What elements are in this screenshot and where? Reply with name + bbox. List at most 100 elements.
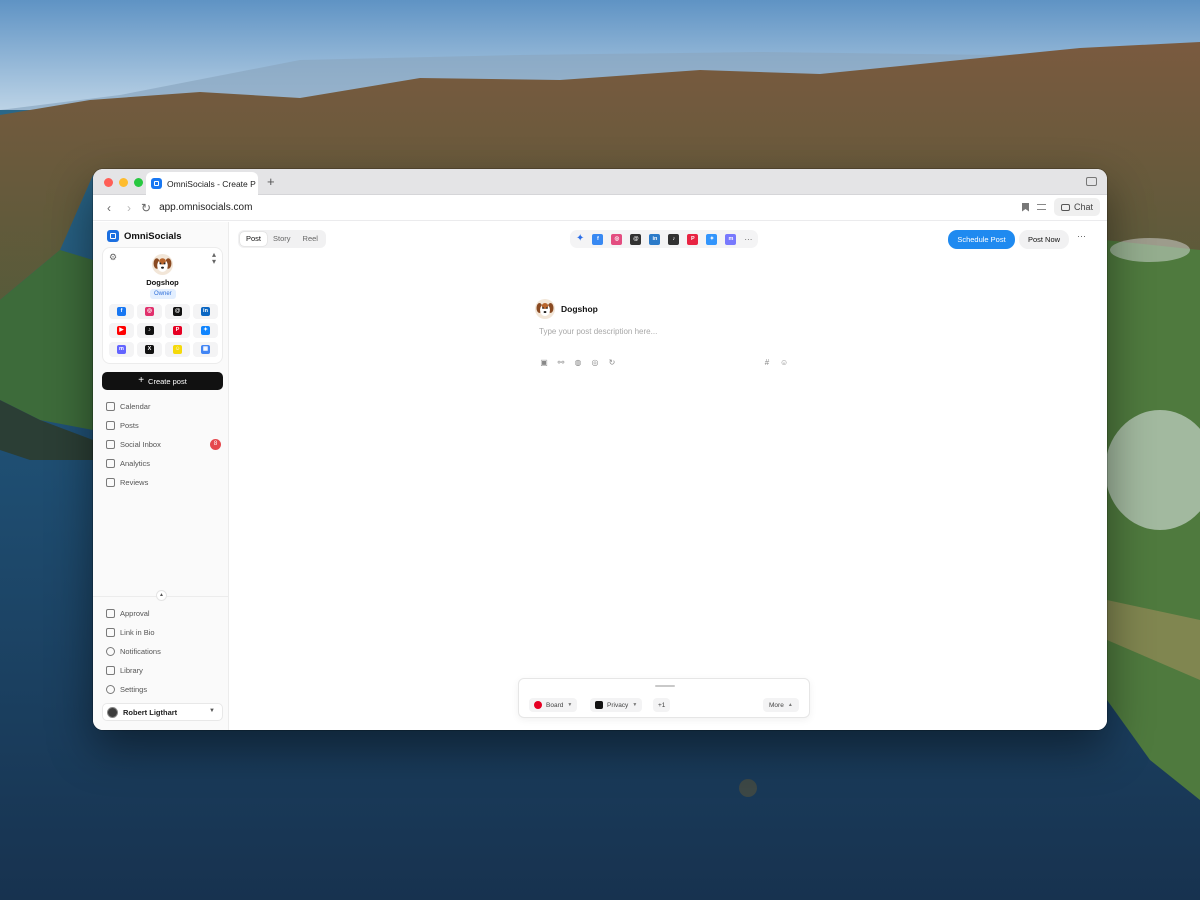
menu-lines-icon[interactable] xyxy=(1036,204,1046,210)
role-badge: Owner xyxy=(150,289,176,299)
sidebar-item-reviews[interactable]: Reviews xyxy=(106,473,224,492)
channel-tile[interactable]: ▦ xyxy=(193,342,218,357)
channel-tile[interactable]: m xyxy=(109,342,134,357)
chat-button[interactable]: Chat xyxy=(1053,198,1100,216)
emoji-icon[interactable]: ☺ xyxy=(780,359,788,367)
post-description-input[interactable] xyxy=(539,327,799,336)
threads-icon[interactable]: @ xyxy=(630,233,642,245)
image-upload-icon[interactable]: ▣ xyxy=(540,359,548,367)
bell-icon xyxy=(106,647,115,656)
chart-icon xyxy=(106,459,115,468)
dog-avatar xyxy=(152,254,173,275)
sidebar-item-approval[interactable]: Approval xyxy=(106,604,224,623)
channel-tile[interactable]: ✦ xyxy=(193,323,218,338)
tiktok-privacy-select[interactable]: Privacy ▼ xyxy=(590,698,643,712)
canva-icon[interactable]: ◍ xyxy=(574,359,582,367)
sidebar-item-calendar[interactable]: Calendar xyxy=(106,397,224,416)
forward-button[interactable]: › xyxy=(119,201,139,215)
more-options-button[interactable]: More ▲ xyxy=(763,698,799,712)
channel-tile[interactable]: ▶ xyxy=(109,323,134,338)
sidebar-item-link-in-bio[interactable]: Link in Bio xyxy=(106,623,224,642)
close-window-button[interactable] xyxy=(104,178,113,187)
chevron-down-icon: ▼ xyxy=(567,702,573,708)
more-actions-button[interactable]: ··· xyxy=(1077,231,1086,241)
pinterest-icon[interactable]: P xyxy=(687,233,699,245)
check-square-icon xyxy=(106,609,115,618)
user-name: Robert Ligthart xyxy=(123,707,178,717)
browser-tab-bar: OmniSocials - Create P + xyxy=(93,169,1107,195)
tab-story[interactable]: Story xyxy=(267,232,297,246)
channel-tile[interactable]: ♪ xyxy=(137,323,162,338)
pinterest-board-select[interactable]: Board ▼ xyxy=(529,698,578,712)
channel-tile[interactable]: f xyxy=(109,304,134,319)
browser-window: OmniSocials - Create P + ‹ › ↻ app.omnis… xyxy=(93,169,1107,730)
post-editor: Post Story Reel ✦ f ◎ @ in ♪ P ✦ m ··· Schedule … xyxy=(229,222,1107,730)
chat-bubble-icon xyxy=(1060,203,1070,211)
gear-icon[interactable]: ⚙ xyxy=(109,252,117,263)
user-menu[interactable]: Robert Ligthart ▼ xyxy=(102,703,223,721)
back-button[interactable]: ‹ xyxy=(99,201,119,215)
sidebar-item-notifications[interactable]: Notifications xyxy=(106,642,224,661)
calendar-icon xyxy=(106,402,115,411)
post-type-tabs: Post Story Reel xyxy=(238,230,326,248)
minimize-window-button[interactable] xyxy=(119,178,128,187)
maximize-window-button[interactable] xyxy=(134,178,143,187)
more-channels-button[interactable]: ··· xyxy=(744,235,752,244)
browser-tab-active[interactable]: OmniSocials - Create P xyxy=(146,172,258,195)
sidebar-item-library[interactable]: Library xyxy=(106,661,224,680)
extra-options-count[interactable]: +1 xyxy=(653,698,671,712)
channel-tile[interactable]: P xyxy=(165,323,190,338)
switch-profile-icon[interactable]: ▴ ▾ xyxy=(212,251,216,266)
drag-handle[interactable] xyxy=(655,685,675,687)
tiktok-icon xyxy=(595,701,603,709)
bluesky-icon: ✦ xyxy=(201,326,210,335)
dog-avatar xyxy=(535,299,555,319)
post-now-button[interactable]: Post Now xyxy=(1019,230,1069,249)
sidebar-item-posts[interactable]: Posts xyxy=(106,416,224,435)
sidebar-item-analytics[interactable]: Analytics xyxy=(106,454,224,473)
mastodon-icon[interactable]: m xyxy=(725,233,737,245)
reload-icon[interactable]: ↻ xyxy=(141,201,151,215)
brand[interactable]: OmniSocials xyxy=(107,230,182,242)
tab-reel[interactable]: Reel xyxy=(297,232,324,246)
new-tab-button[interactable]: + xyxy=(267,173,275,191)
channel-tile[interactable]: @ xyxy=(165,304,190,319)
sidebar-item-label: Notifications xyxy=(120,647,161,656)
channel-tile[interactable]: X xyxy=(137,342,162,357)
url-field[interactable]: app.omnisocials.com xyxy=(159,202,252,213)
board-label: Board xyxy=(546,701,564,709)
bluesky-icon[interactable]: ✦ xyxy=(706,233,718,245)
channel-tile[interactable]: ◎ xyxy=(137,304,162,319)
sidebar-item-label: Analytics xyxy=(120,459,151,468)
chevron-up-icon[interactable]: ▲ xyxy=(156,590,167,601)
sidebar-item-social-inbox[interactable]: Social Inbox 8 xyxy=(106,435,224,454)
omnisocials-logo-icon xyxy=(107,230,119,242)
mastodon-icon: m xyxy=(117,345,126,354)
create-post-button[interactable]: + Create post xyxy=(102,372,223,390)
channel-tile[interactable]: in xyxy=(193,304,218,319)
post-options-panel: Board ▼ Privacy ▼ +1 More ▲ xyxy=(518,678,810,718)
link-icon xyxy=(106,628,115,637)
image-icon xyxy=(106,421,115,430)
facebook-icon[interactable]: f xyxy=(592,233,604,245)
ai-sparkle-icon[interactable]: ✦ xyxy=(576,234,584,244)
channel-tile[interactable]: ☺ xyxy=(165,342,190,357)
tiktok-icon[interactable]: ♪ xyxy=(668,233,680,245)
sidebar-item-label: Reviews xyxy=(120,478,149,487)
tabs-overview-icon[interactable] xyxy=(1086,177,1097,186)
link-icon[interactable]: ⚯ xyxy=(557,359,565,367)
bookmark-icon[interactable] xyxy=(1021,202,1029,212)
location-icon[interactable]: ◎ xyxy=(591,359,599,367)
linkedin-icon[interactable]: in xyxy=(649,233,661,245)
star-icon xyxy=(106,478,115,487)
refresh-icon[interactable]: ↻ xyxy=(608,359,616,367)
schedule-post-button[interactable]: Schedule Post xyxy=(948,230,1015,249)
tab-post[interactable]: Post xyxy=(240,232,268,246)
brand-name: OmniSocials xyxy=(124,230,182,242)
facebook-icon: f xyxy=(117,307,126,316)
linkedin-icon: in xyxy=(201,307,210,316)
instagram-icon[interactable]: ◎ xyxy=(611,233,623,245)
sidebar-item-settings[interactable]: Settings xyxy=(106,680,224,699)
hashtag-icon[interactable]: # xyxy=(763,359,771,367)
sidebar-item-label: Social Inbox xyxy=(120,440,161,449)
